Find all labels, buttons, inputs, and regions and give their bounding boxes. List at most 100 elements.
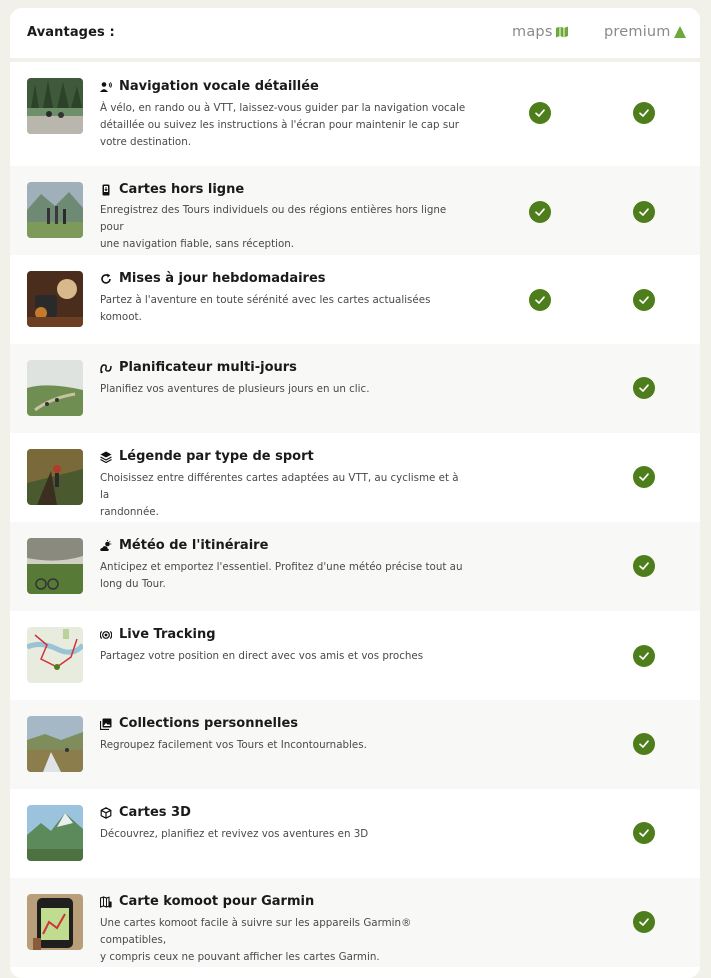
maps-included-check [529,102,551,124]
benefits-card: Avantages : maps premium Navigation voca… [10,8,700,978]
checkmark-icon [639,562,649,570]
premium-included-check [633,555,655,577]
premium-included-check [633,289,655,311]
feature-title-text: Cartes hors ligne [119,182,245,197]
feature-description-line: Une cartes komoot facile à suivre sur le… [100,917,412,946]
checkmark-icon [535,208,545,216]
plan-maps-text: maps [512,24,553,40]
cube-icon [100,806,112,819]
feature-thumbnail [27,360,83,416]
feature-title: Planificateur multi-jours [100,360,297,375]
feature-title-text: Live Tracking [119,627,216,642]
checkmark-icon [639,208,649,216]
feature-row: Navigation vocale détaillée À vélo, en ra… [10,62,700,166]
layers-icon [100,451,112,463]
checkmark-icon [639,829,649,837]
feature-title-text: Météo de l'itinéraire [119,538,269,553]
feature-description-line: y compris ceux ne pouvant afficher les c… [100,951,380,963]
feature-title: Légende par type de sport [100,449,314,464]
premium-included-check [633,102,655,124]
feature-title-text: Navigation vocale détaillée [119,79,319,94]
feature-description-line: Regroupez facilement vos Tours et Incont… [100,739,367,751]
feature-description-line: Anticipez et emportez l'essentiel. Profi… [100,561,463,573]
feature-thumbnail [27,271,83,327]
feature-title: Navigation vocale détaillée [100,79,319,94]
checkmark-icon [639,740,649,748]
feature-title: Carte komoot pour Garmin [100,894,314,909]
checkmark-icon [639,652,649,660]
premium-included-check [633,733,655,755]
feature-description-line: Planifiez vos aventures de plusieurs jou… [100,383,370,395]
feature-description: Choisissez entre différentes cartes adap… [100,470,470,521]
feature-thumbnail [27,805,83,861]
feature-description-line: Partagez votre position en direct avec v… [100,650,424,662]
map-device-icon [100,895,112,908]
phone-offline-icon [100,184,112,196]
feature-description-line: Choisissez entre différentes cartes adap… [100,472,459,501]
premium-included-check [633,911,655,933]
feature-thumbnail [27,182,83,238]
feature-description: Enregistrez des Tours individuels ou des… [100,202,470,253]
feature-thumbnail [27,716,83,772]
feature-row: Planificateur multi-jours Planifiez vos a… [10,344,700,433]
premium-included-check [633,201,655,223]
checkmark-icon [639,384,649,392]
mountain-icon [673,26,686,38]
feature-thumbnail [27,78,83,134]
checkmark-icon [639,109,649,117]
feature-description: Une cartes komoot facile à suivre sur le… [100,915,470,966]
feature-title: Météo de l'itinéraire [100,538,268,553]
benefits-title: Avantages : [27,25,115,40]
feature-description: Partagez votre position en direct avec v… [100,648,470,665]
maps-included-check [529,201,551,223]
feature-description-line: une navigation fiable, sans réception. [100,238,295,250]
feature-description-line: détaillée ou suivez les instructions à l… [100,119,459,131]
feature-title: Collections personnelles [100,716,298,731]
feature-thumbnail [27,627,83,683]
feature-row: Météo de l'itinéraire Anticipez et emport… [10,522,700,611]
feature-thumbnail [27,538,83,594]
feature-description: Anticipez et emportez l'essentiel. Profi… [100,559,470,593]
feature-thumbnail [27,894,83,950]
checkmark-icon [535,296,545,304]
feature-title-text: Mises à jour hebdomadaires [119,271,326,286]
feature-description-line: Partez à l'aventure en toute sérénité av… [100,294,431,323]
feature-row: Légende par type de sport Choisissez entr… [10,433,700,522]
feature-description-line: Enregistrez des Tours individuels ou des… [100,204,447,233]
premium-included-check [633,466,655,488]
checkmark-icon [639,296,649,304]
broadcast-icon [100,629,112,641]
plan-premium-text: premium [604,24,671,40]
checkmark-icon [639,918,649,926]
plan-maps-label: maps [512,24,568,40]
benefits-header: Avantages : maps premium [10,8,700,62]
feature-description: À vélo, en rando ou à VTT, laissez-vous … [100,100,470,151]
feature-title: Live Tracking [100,627,216,642]
map-icon [555,26,568,38]
feature-description-line: randonnée. [100,506,159,518]
feature-row: Mises à jour hebdomadaires Partez à l'ave… [10,255,700,344]
feature-title-text: Légende par type de sport [119,449,314,464]
checkmark-icon [639,473,649,481]
checkmark-icon [535,109,545,117]
collection-icon [100,718,112,730]
feature-description: Partez à l'aventure en toute sérénité av… [100,292,470,326]
feature-title-text: Carte komoot pour Garmin [119,894,315,909]
feature-row: Collections personnelles Regroupez facile… [10,700,700,789]
feature-description-line: long du Tour. [100,578,166,590]
feature-description: Planifiez vos aventures de plusieurs jou… [100,381,470,398]
feature-title-text: Collections personnelles [119,716,299,731]
feature-row: Cartes 3D Découvrez, planifiez et revivez… [10,789,700,878]
feature-title: Cartes hors ligne [100,182,244,197]
plan-premium-label: premium [604,24,686,40]
refresh-icon [100,273,112,285]
premium-included-check [633,645,655,667]
feature-row: Cartes hors ligne Enregistrez des Tours i… [10,166,700,255]
feature-description-line: À vélo, en rando ou à VTT, laissez-vous … [100,102,466,114]
feature-title-text: Cartes 3D [119,805,191,820]
weather-icon [100,539,112,552]
feature-description-line: Découvrez, planifiez et revivez vos aven… [100,828,369,840]
feature-title-text: Planificateur multi-jours [119,360,297,375]
feature-description: Découvrez, planifiez et revivez vos aven… [100,826,470,843]
route-icon [100,362,112,374]
